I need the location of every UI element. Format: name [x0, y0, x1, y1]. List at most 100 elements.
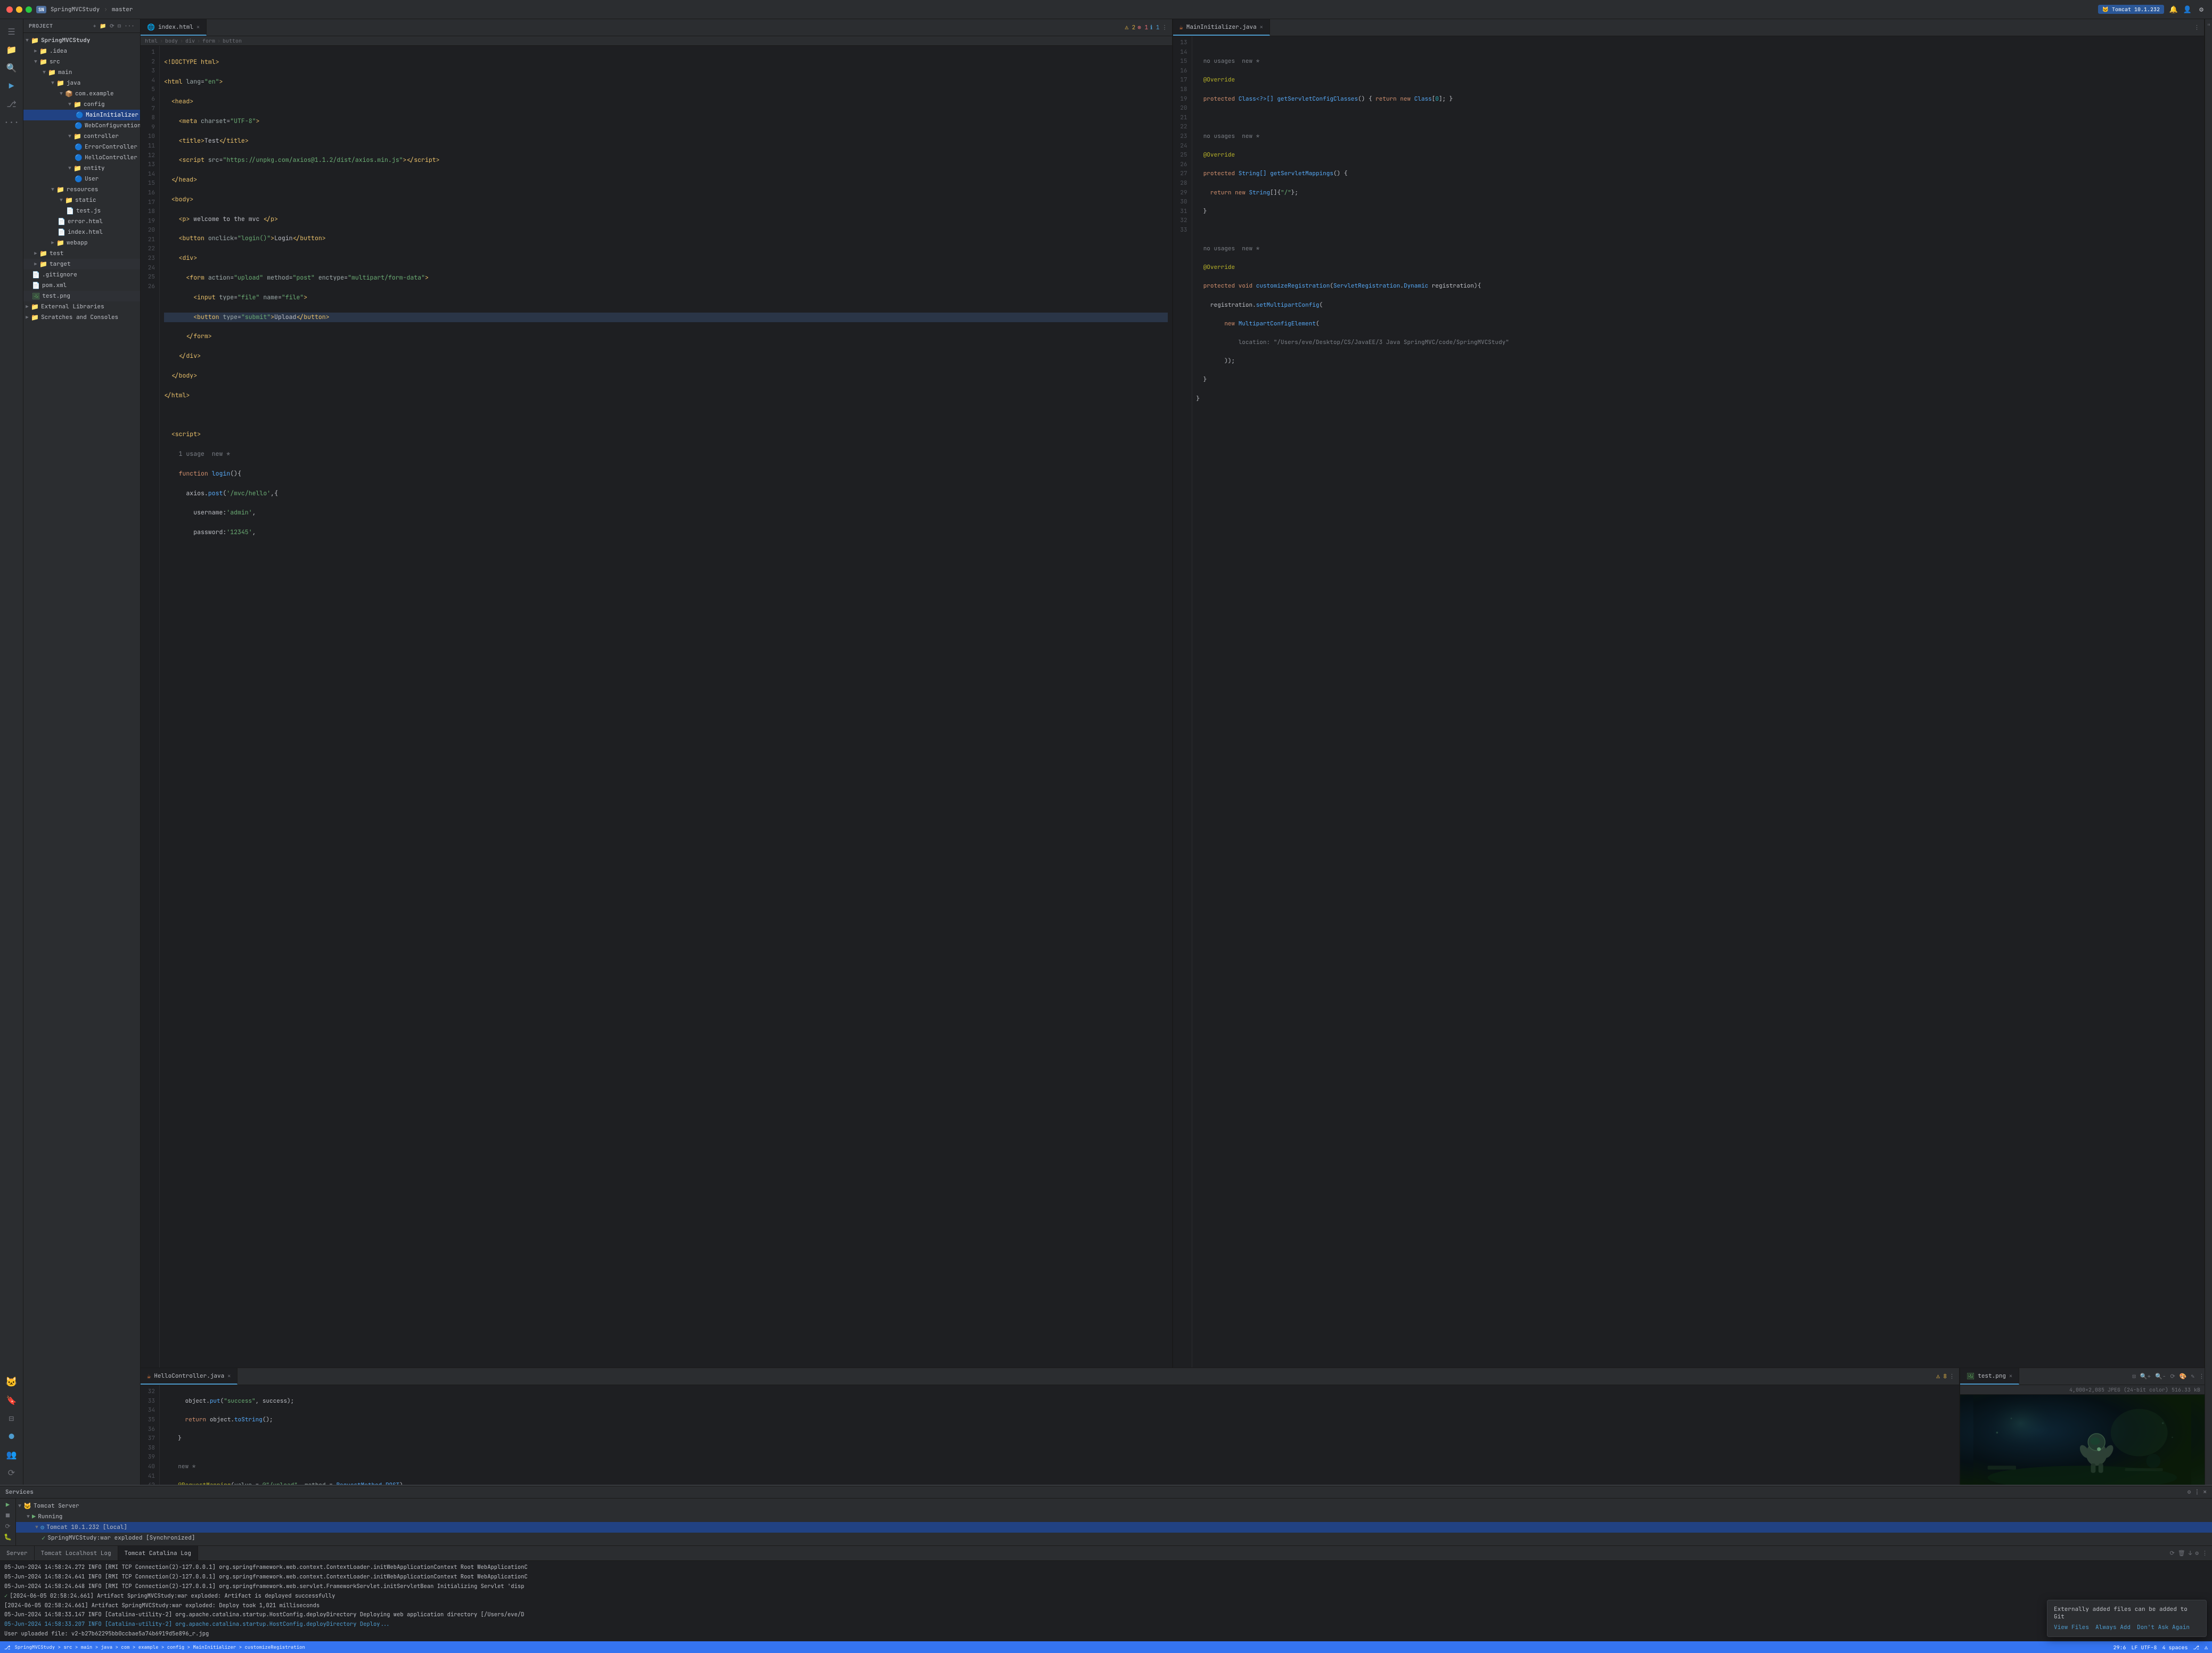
notif-always-add[interactable]: Always Add: [2095, 1624, 2131, 1631]
tree-item-target[interactable]: ▶ 📁 target: [23, 259, 140, 269]
services-tree-instance[interactable]: ▼ ⚙ Tomcat 10.1.232 [local]: [16, 1522, 2212, 1533]
people-icon[interactable]: 👥: [4, 1446, 20, 1462]
console-reload-icon[interactable]: ⟳: [2170, 1550, 2175, 1557]
console-tab-catalina-log[interactable]: Tomcat Catalina Log: [118, 1546, 198, 1560]
minimize-button[interactable]: [16, 6, 22, 13]
tree-item-controller-folder[interactable]: ▼ 📁 controller: [23, 131, 140, 142]
tree-item-scratches[interactable]: ▶ 📁 Scratches and Consoles: [23, 312, 140, 323]
services-play-icon[interactable]: ▶: [6, 1501, 10, 1509]
sidebar-header-icons[interactable]: + 📁 ⟳ ⊟ ···: [93, 22, 135, 29]
tree-item-testjs[interactable]: 📄 test.js: [23, 206, 140, 216]
structure-icon[interactable]: ⊟: [4, 1410, 20, 1426]
services-stop-icon[interactable]: ■: [6, 1511, 10, 1520]
tree-item-maininitializer[interactable]: 🔵 MainInitializer: [23, 110, 140, 120]
tree-item-user[interactable]: 🔵 User: [23, 174, 140, 184]
console-clear-icon[interactable]: 🗑: [2178, 1550, 2185, 1557]
tree-item-hellocontroller[interactable]: 🔵 HelloController: [23, 152, 140, 163]
console-output[interactable]: 05-Jun-2024 14:58:24.272 INFO [RMI TCP C…: [0, 1561, 2212, 1641]
java-editor-content[interactable]: 1314151617181920212223242526272829303132…: [1173, 36, 2205, 1368]
console-tab-localhost-log[interactable]: Tomcat Localhost Log: [35, 1546, 118, 1560]
services-debug-icon[interactable]: 🐛: [4, 1533, 12, 1541]
run-debug-icon[interactable]: ▶: [4, 78, 20, 94]
tree-item-springmvcstudy[interactable]: ▼ 📁 SpringMVCStudy: [23, 35, 140, 46]
sidebar-toggle-icon[interactable]: ☰: [4, 23, 20, 39]
tree-item-indexhtml[interactable]: 📄 index.html: [23, 227, 140, 238]
run-config-badge[interactable]: 🐱 Tomcat 10.1.232: [2098, 5, 2164, 14]
tree-item-static[interactable]: ▼ 📁 static: [23, 195, 140, 206]
html-editor-content[interactable]: 1234567891011121314151617181920212223242…: [141, 46, 1172, 1368]
services-close-icon[interactable]: ✕: [2203, 1488, 2207, 1496]
console-more-icon[interactable]: ⋮: [2202, 1550, 2208, 1557]
services-more-icon[interactable]: ⋮: [2194, 1488, 2200, 1496]
notification-icon[interactable]: 🔔: [2169, 5, 2178, 14]
code-lines-html: <!DOCTYPE html> <html lang="en"> <head> …: [160, 46, 1172, 1368]
java-more-icon[interactable]: ⋮: [2194, 24, 2200, 31]
tree-item-webconfiguration[interactable]: 🔵 WebConfiguration: [23, 120, 140, 131]
bookmark-icon[interactable]: 🔖: [4, 1392, 20, 1408]
user-icon[interactable]: 👤: [2183, 5, 2192, 14]
tree-item-errorhtml[interactable]: 📄 error.html: [23, 216, 140, 227]
more-icon[interactable]: ···: [4, 114, 20, 130]
tree-item-webapp[interactable]: ▶ 📁 webapp: [23, 238, 140, 248]
console-settings-icon[interactable]: ⚙: [2195, 1550, 2199, 1557]
tree-item-com-example[interactable]: ▼ 📦 com.example: [23, 88, 140, 99]
console-scroll-icon[interactable]: ↓: [2189, 1550, 2192, 1557]
git-icon[interactable]: ⎇: [4, 96, 20, 112]
more-options-icon[interactable]: ···: [125, 22, 135, 29]
right-panel-icon[interactable]: ≡: [2206, 23, 2211, 26]
services-tree-running[interactable]: ▼ ▶ Running: [16, 1511, 2212, 1522]
notification-popup: Externally added files can be added to G…: [2047, 1600, 2207, 1637]
tree-item-resources[interactable]: ▼ 📁 resources: [23, 184, 140, 195]
tab-close-img-icon[interactable]: ✕: [2009, 1372, 2012, 1379]
notif-dont-ask[interactable]: Don't Ask Again: [2137, 1624, 2190, 1631]
tree-item-main[interactable]: ▼ 📁 main: [23, 67, 140, 78]
tree-item-errorcontroller[interactable]: 🔵 ErrorController: [23, 142, 140, 152]
tab-indexhtml[interactable]: 🌐 index.html ✕: [141, 19, 207, 36]
rotate-icon[interactable]: ⟳: [2170, 1373, 2175, 1380]
tree-item-entity[interactable]: ▼ 📁 entity: [23, 163, 140, 174]
tree-item-gitignore[interactable]: 📄 .gitignore: [23, 269, 140, 280]
tree-item-java[interactable]: ▼ 📁 java: [23, 78, 140, 88]
color-picker-icon[interactable]: 🎨: [2180, 1373, 2187, 1380]
tree-item-external-libs[interactable]: ▶ 📁 External Libraries: [23, 301, 140, 312]
history-icon[interactable]: ⟳: [4, 1464, 20, 1480]
edit-icon[interactable]: ✎: [2191, 1373, 2194, 1380]
tab-close-hc-icon[interactable]: ✕: [227, 1372, 231, 1379]
refresh-icon[interactable]: ⟳: [110, 22, 114, 29]
services-tree-tomcat[interactable]: ▼ 🐱 Tomcat Server: [16, 1501, 2212, 1511]
tree-item-pomxml[interactable]: 📄 pom.xml: [23, 280, 140, 291]
tab-maininitializer[interactable]: ☕ MainInitializer.java ✕: [1173, 19, 1270, 36]
tree-item-testpng[interactable]: 🖼 test.png: [23, 291, 140, 301]
maximize-button[interactable]: [26, 6, 32, 13]
tab-hellocontroller[interactable]: ☕ HelloController.java ✕: [141, 1368, 237, 1385]
hc-more-icon[interactable]: ⋮: [1949, 1373, 1955, 1380]
search-icon[interactable]: 🔍: [4, 60, 20, 76]
explorer-icon[interactable]: 📁: [4, 42, 20, 58]
new-file-icon[interactable]: +: [93, 22, 97, 29]
tab-close-icon[interactable]: ✕: [196, 23, 200, 30]
tree-item-idea[interactable]: ▶ 📁 .idea: [23, 46, 140, 56]
settings-icon[interactable]: ⚙: [2197, 5, 2206, 14]
zoom-out-icon[interactable]: 🔍-: [2155, 1373, 2166, 1380]
collapse-icon[interactable]: ⊟: [118, 22, 121, 29]
tab-testpng[interactable]: 🖼 test.png ✕: [1960, 1368, 2019, 1385]
tomcat-icon[interactable]: 🐱: [4, 1374, 20, 1390]
editors-top: 🌐 index.html ✕ ⚠ 2 ⊗ 1 ℹ 1 ⋮ html› body›…: [141, 19, 2205, 1368]
notifications-icon[interactable]: ●: [4, 1428, 20, 1444]
img-more-icon[interactable]: ⋮: [2199, 1373, 2205, 1380]
more-icon[interactable]: ⋮: [1162, 24, 1168, 31]
notif-view-files[interactable]: View Files: [2054, 1624, 2089, 1631]
fit-icon[interactable]: ⊡: [2132, 1373, 2136, 1380]
tree-item-src[interactable]: ▼ 📁 src: [23, 56, 140, 67]
console-tab-server[interactable]: Server: [0, 1546, 35, 1560]
tree-item-config[interactable]: ▼ 📁 config: [23, 99, 140, 110]
services-restart-icon[interactable]: ⟳: [5, 1522, 10, 1531]
close-button[interactable]: [6, 6, 13, 13]
new-folder-icon[interactable]: 📁: [100, 22, 106, 29]
zoom-in-icon[interactable]: 🔍+: [2140, 1373, 2151, 1380]
hellocontroller-editor-content[interactable]: 323334353637383940414243444546 object.pu…: [141, 1385, 1959, 1485]
services-settings-icon[interactable]: ⚙: [2188, 1488, 2191, 1496]
tree-item-test[interactable]: ▶ 📁 test: [23, 248, 140, 259]
services-tree-artifact[interactable]: ✓ SpringMVCStudy:war exploded [Synchroni…: [16, 1533, 2212, 1543]
tab-close-java-icon[interactable]: ✕: [1260, 23, 1263, 30]
